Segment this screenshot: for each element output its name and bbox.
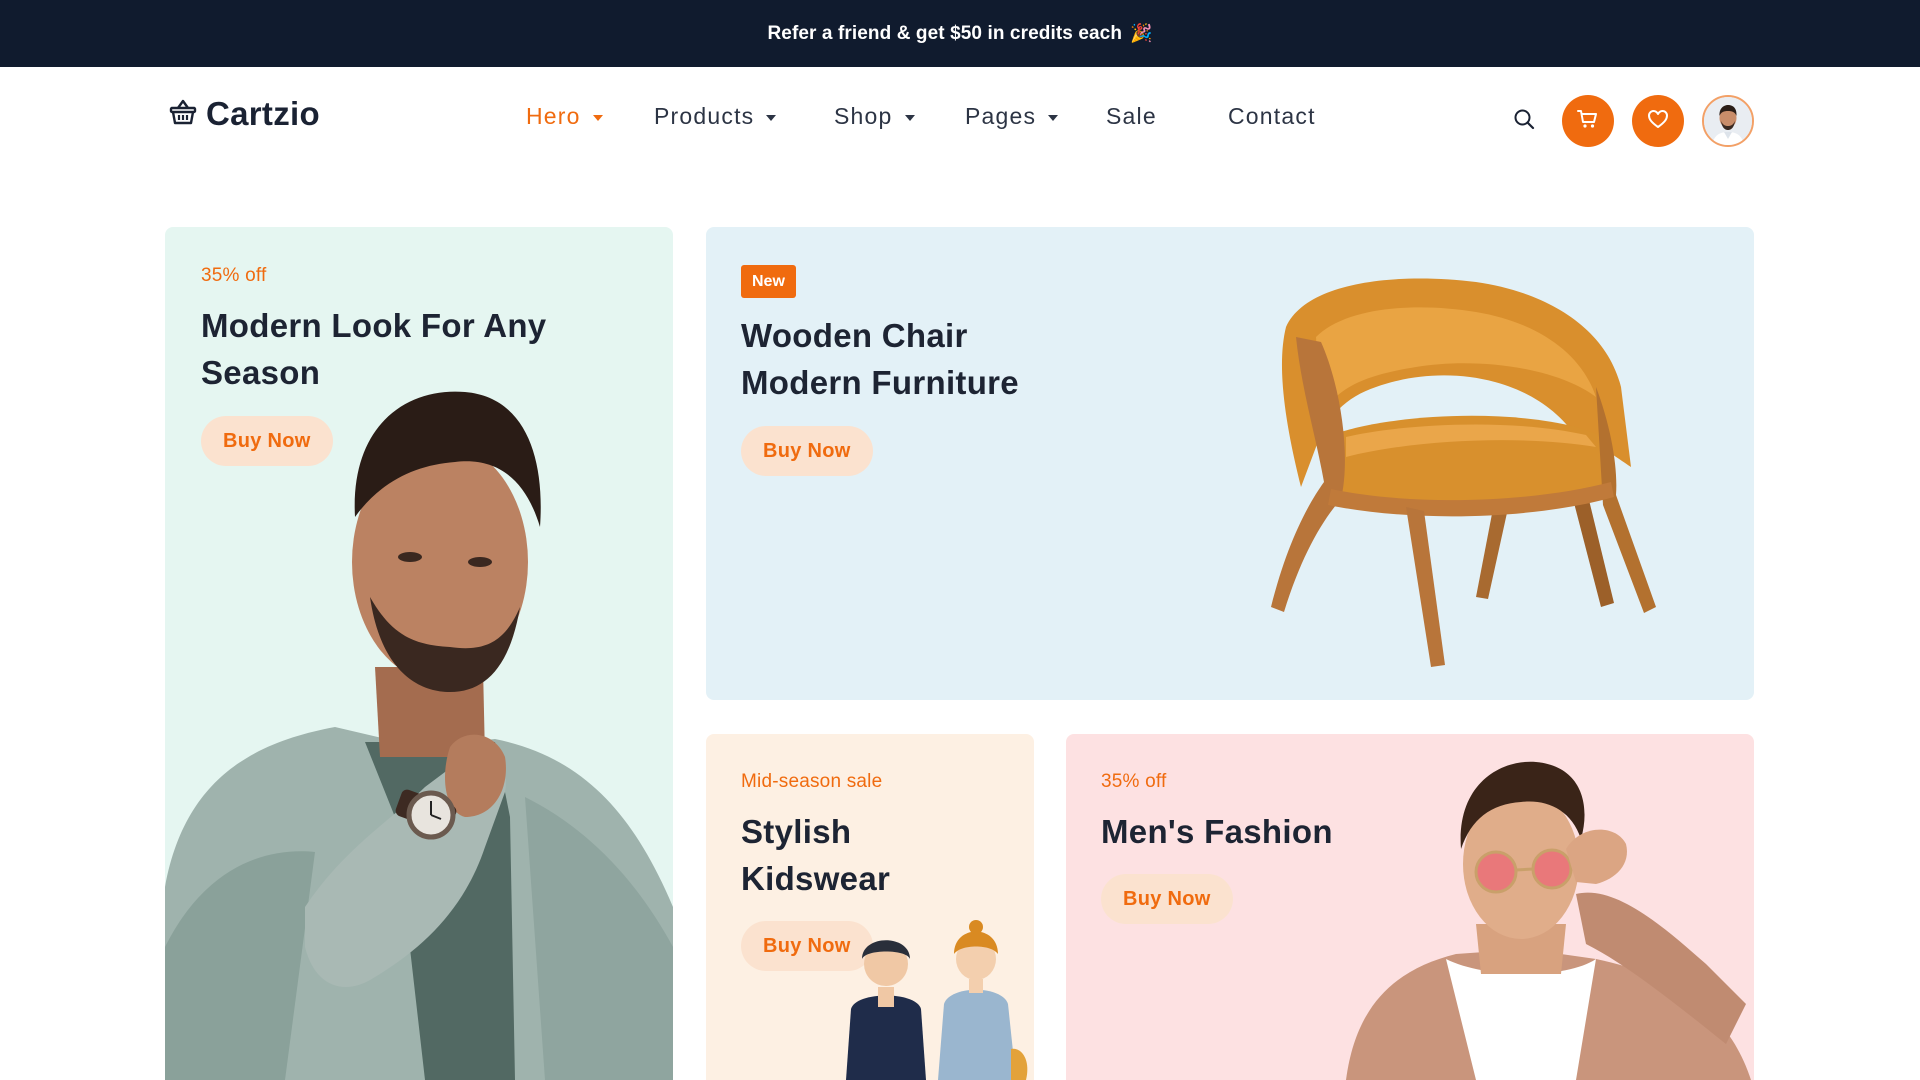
kids-sale-label: Mid-season sale — [741, 771, 883, 792]
nav-shop-label: Shop — [834, 103, 893, 129]
chair-buy-now-button[interactable]: Buy Now — [741, 426, 873, 476]
search-icon — [1512, 107, 1536, 136]
chevron-down-icon — [1048, 114, 1059, 121]
brand-name: Cartzio — [206, 95, 320, 132]
basket-icon — [168, 97, 198, 132]
nav-hero-label: Hero — [526, 103, 581, 129]
mens-title: Men's Fashion — [1101, 813, 1333, 850]
announcement-text: Refer a friend & get $50 in credits each — [767, 22, 1123, 44]
brand-logo[interactable]: Cartzio — [168, 95, 320, 133]
chevron-down-icon — [766, 114, 777, 121]
nav-products[interactable]: Products — [654, 103, 834, 130]
heart-icon — [1646, 107, 1670, 136]
nav-hero[interactable]: Hero — [526, 103, 654, 130]
nav-products-label: Products — [654, 103, 755, 129]
user-avatar[interactable] — [1702, 95, 1754, 147]
new-badge: New — [741, 265, 796, 298]
nav-pages[interactable]: Pages — [965, 103, 1106, 130]
kids-title-line2: Kidswear — [741, 860, 891, 897]
nav-contact[interactable]: Contact — [1228, 103, 1316, 130]
site-header: Cartzio Hero Products Shop Pages Sale Co… — [0, 67, 1920, 171]
announcement-bar: Refer a friend & get $50 in credits each… — [0, 0, 1920, 67]
main-nav: Hero Products Shop Pages Sale Contact — [526, 103, 1316, 130]
chevron-down-icon — [904, 114, 915, 121]
kids-title-line1: Stylish — [741, 813, 852, 850]
avatar-portrait-icon — [1704, 97, 1752, 145]
cart-icon — [1576, 107, 1600, 136]
season-title-line1: Modern Look For Any — [201, 307, 547, 344]
wooden-chair-image — [1271, 278, 1656, 667]
nav-sale-label: Sale — [1106, 103, 1157, 129]
man-portrait-image — [165, 391, 673, 1080]
kids-image — [846, 920, 1028, 1080]
wishlist-button[interactable] — [1632, 95, 1684, 147]
chair-title-line2: Modern Furniture — [741, 364, 1019, 401]
chair-title-line1: Wooden Chair — [741, 317, 968, 354]
nav-shop[interactable]: Shop — [834, 103, 965, 130]
search-button[interactable] — [1504, 96, 1544, 146]
kids-title: Stylish Kidswear — [741, 808, 890, 902]
chevron-down-icon — [592, 114, 603, 121]
promo-card-chair[interactable]: New Wooden Chair Modern Furniture Buy No… — [706, 227, 1754, 700]
header-actions — [1504, 95, 1754, 147]
promo-card-kids[interactable]: Mid-season sale Stylish Kidswear Buy Now — [706, 734, 1034, 1080]
nav-pages-label: Pages — [965, 103, 1037, 129]
mens-discount-label: 35% off — [1101, 771, 1167, 792]
promo-card-mens[interactable]: 35% off Men's Fashion Buy Now — [1066, 734, 1754, 1080]
nav-contact-label: Contact — [1228, 103, 1316, 129]
cart-button[interactable] — [1562, 95, 1614, 147]
promo-card-season[interactable]: 35% off Modern Look For Any Season Buy N… — [165, 227, 673, 1080]
party-popper-icon: 🎉 — [1130, 23, 1153, 43]
chair-title: Wooden Chair Modern Furniture — [741, 312, 1019, 406]
mens-fashion-model-image — [1346, 761, 1751, 1080]
season-discount-label: 35% off — [201, 265, 267, 286]
nav-sale[interactable]: Sale — [1106, 103, 1228, 130]
mens-buy-now-button[interactable]: Buy Now — [1101, 874, 1233, 924]
